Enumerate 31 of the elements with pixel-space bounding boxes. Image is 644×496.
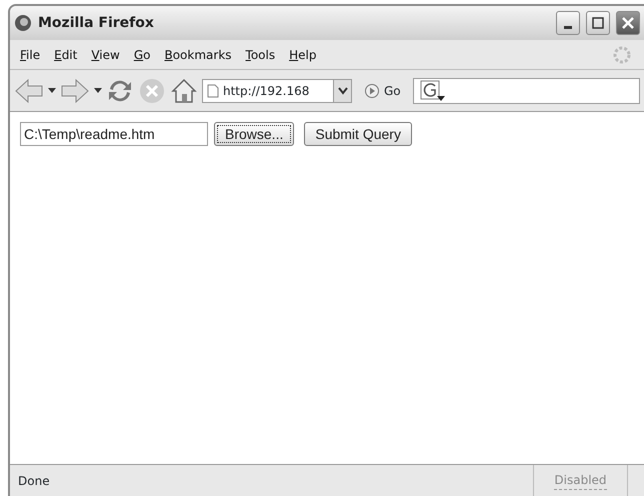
menu-item[interactable]: Tools <box>240 44 282 66</box>
go-button[interactable]: Go <box>384 82 401 100</box>
submit-button[interactable]: Submit Query <box>304 122 412 146</box>
close-button[interactable] <box>616 11 640 35</box>
status-indicator: Disabled <box>533 465 628 496</box>
browse-button[interactable]: Browse... <box>214 122 294 146</box>
menu-item[interactable]: View <box>85 44 126 66</box>
menu-item[interactable]: Help <box>283 44 322 66</box>
minimize-icon <box>564 26 572 28</box>
menu-item[interactable]: File <box>14 44 46 66</box>
throbber-icon <box>612 44 632 64</box>
menu-item[interactable]: Bookmarks <box>158 44 238 66</box>
home-icon[interactable] <box>170 76 198 104</box>
search-field[interactable] <box>412 78 640 104</box>
firefox-icon <box>14 14 32 32</box>
caret-icon[interactable] <box>94 88 102 94</box>
caret-icon[interactable] <box>48 88 56 94</box>
minimize-button[interactable] <box>556 11 580 35</box>
maximize-icon <box>592 17 604 29</box>
window-title: Mozilla Firefox <box>38 14 155 32</box>
menu-item[interactable]: Edit <box>48 44 84 66</box>
file-path-field[interactable]: C:\Temp\readme.htm <box>20 122 208 146</box>
maximize-button[interactable] <box>586 11 610 35</box>
close-icon <box>621 16 635 30</box>
search-engine-icon[interactable] <box>420 80 446 102</box>
dropdown-icon[interactable] <box>333 80 351 102</box>
go-icon[interactable] <box>364 82 380 98</box>
page-icon <box>207 84 219 98</box>
status-text: Done <box>17 472 51 490</box>
menu-item[interactable]: Go <box>128 44 156 66</box>
address-bar[interactable]: http://192.168 <box>202 78 352 102</box>
